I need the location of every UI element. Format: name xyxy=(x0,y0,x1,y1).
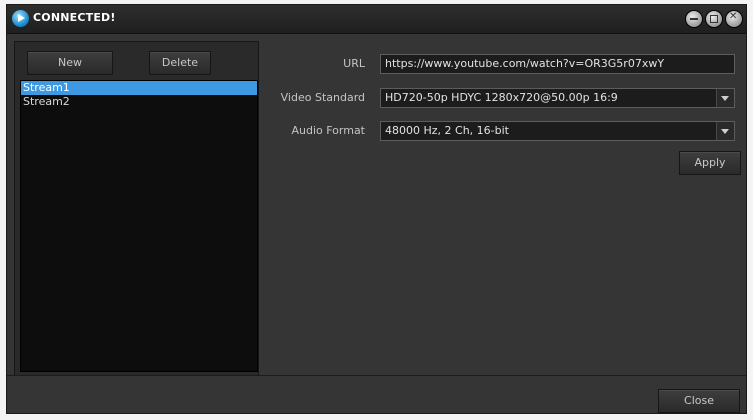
maximize-icon[interactable] xyxy=(706,11,722,27)
list-item[interactable]: Stream2 xyxy=(21,95,257,109)
connected-window: CONNECTED! New Delete Stream1 Stream2 UR… xyxy=(6,4,747,414)
video-standard-value: HD720-50p HDYC 1280x720@50.00p 16:9 xyxy=(385,91,618,104)
stream-list[interactable]: Stream1 Stream2 xyxy=(20,80,258,372)
chevron-down-icon[interactable] xyxy=(716,89,734,107)
close-button[interactable]: Close xyxy=(658,389,740,413)
audio-format-value: 48000 Hz, 2 Ch, 16-bit xyxy=(385,124,509,137)
audio-format-select[interactable]: 48000 Hz, 2 Ch, 16-bit xyxy=(380,121,735,141)
chevron-down-icon[interactable] xyxy=(716,122,734,140)
minimize-icon[interactable] xyxy=(686,11,702,27)
url-field[interactable]: https://www.youtube.com/watch?v=OR3G5r07… xyxy=(380,54,735,74)
close-icon[interactable] xyxy=(726,11,742,27)
window-title: CONNECTED! xyxy=(33,11,116,24)
url-label: URL xyxy=(343,57,365,70)
video-standard-label: Video Standard xyxy=(280,91,365,104)
play-circle-icon xyxy=(12,10,29,27)
title-bar[interactable]: CONNECTED! xyxy=(7,5,746,34)
footer-divider xyxy=(7,375,746,376)
delete-stream-button[interactable]: Delete xyxy=(149,51,211,75)
list-item[interactable]: Stream1 xyxy=(21,81,257,95)
video-standard-select[interactable]: HD720-50p HDYC 1280x720@50.00p 16:9 xyxy=(380,88,735,108)
new-stream-button[interactable]: New xyxy=(27,51,113,75)
audio-format-label: Audio Format xyxy=(291,124,365,137)
apply-button[interactable]: Apply xyxy=(679,151,741,175)
